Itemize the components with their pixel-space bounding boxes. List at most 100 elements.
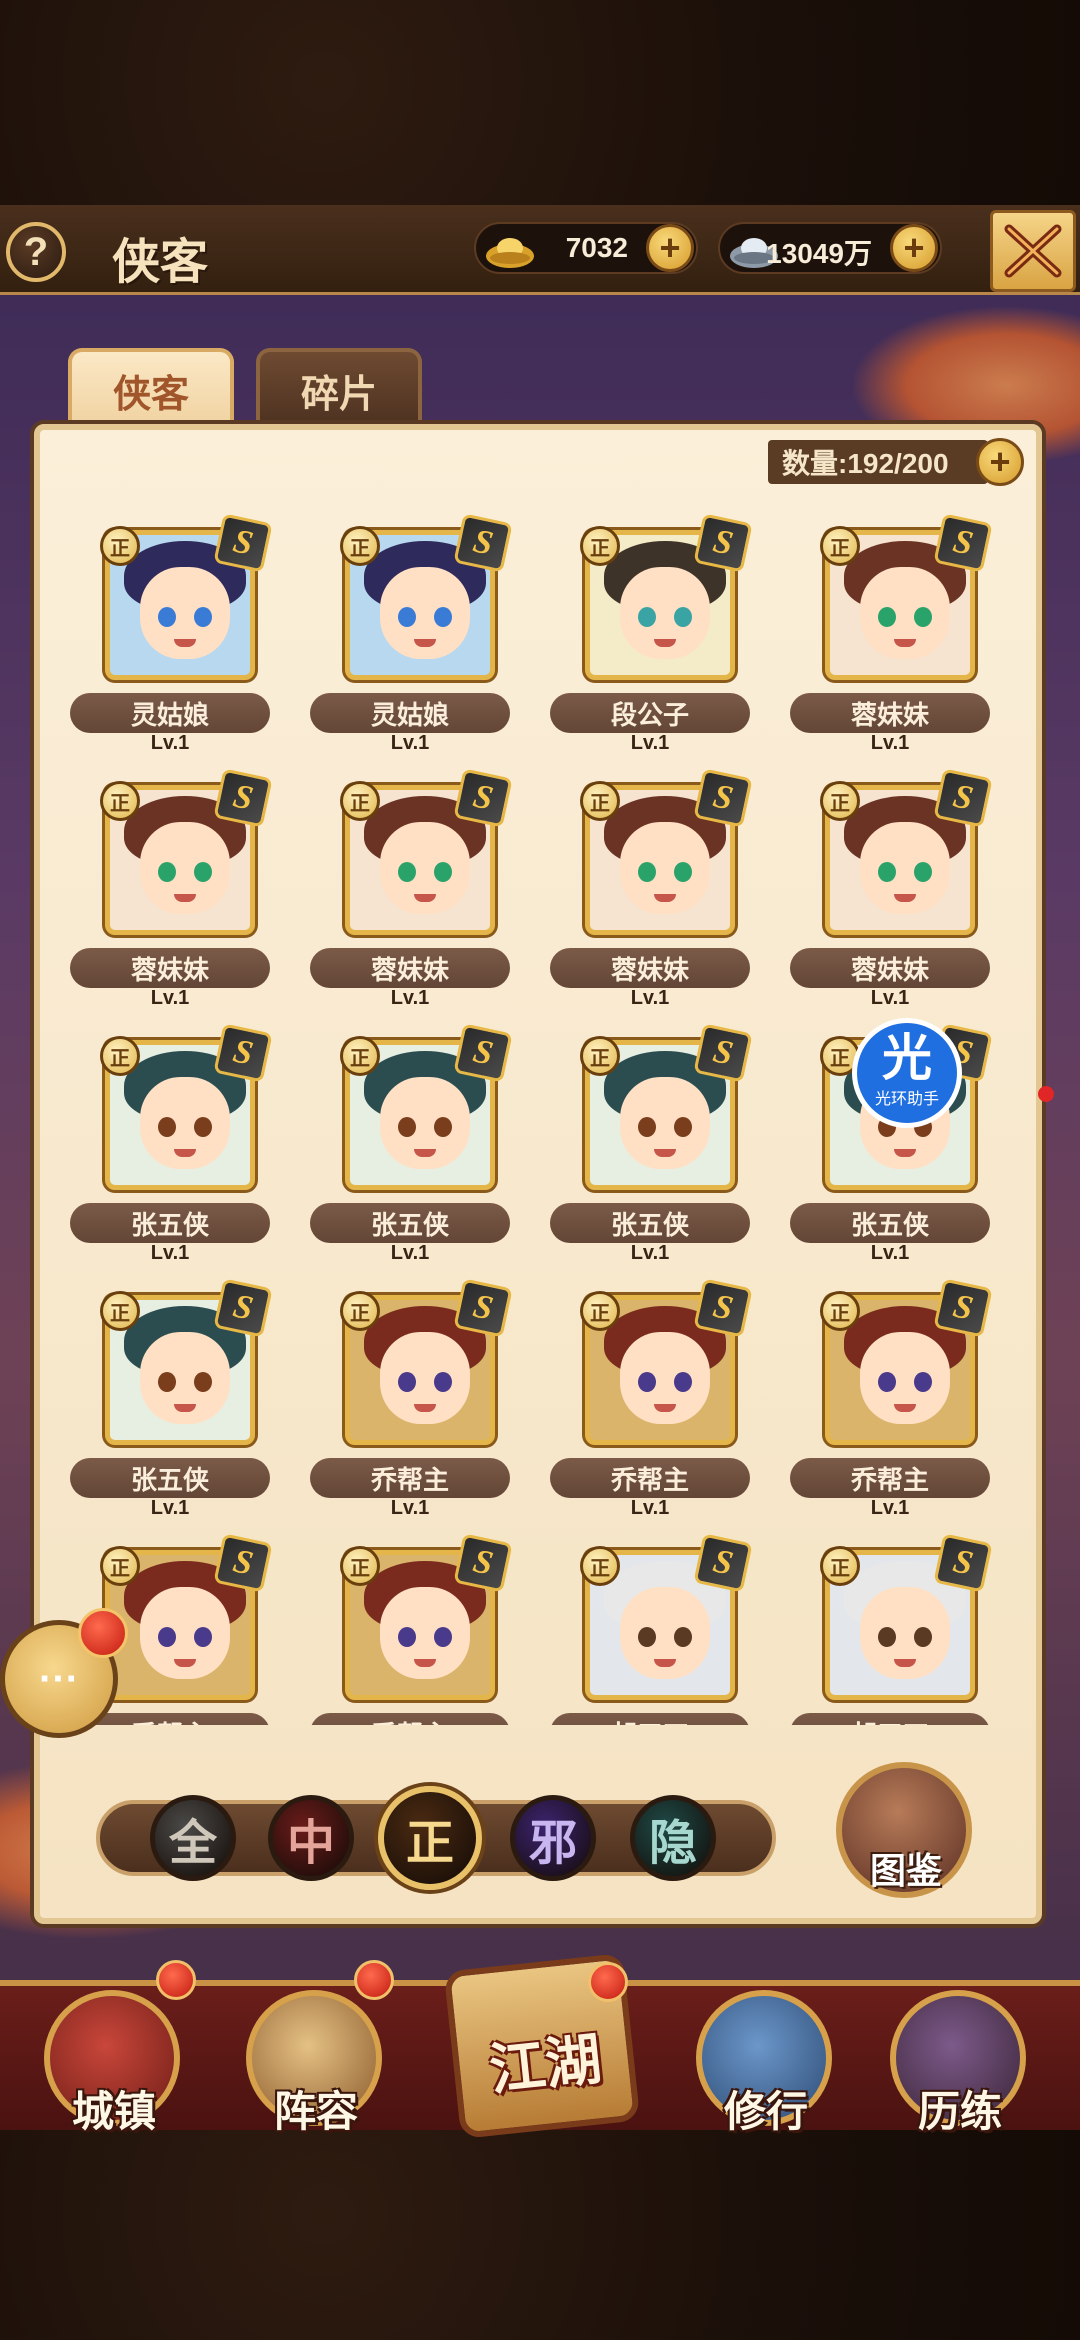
hero-card[interactable]: 正 S 蓉妹妹 Lv.1 <box>770 500 1010 754</box>
hero-name: 乔帮主 <box>550 1458 750 1498</box>
hero-eye <box>914 1627 932 1647</box>
tab-heroes[interactable]: 侠客 <box>68 348 234 428</box>
hero-eye <box>638 1627 656 1647</box>
grade-badge: S <box>933 768 993 828</box>
hero-name: 蓉妹妹 <box>550 948 750 988</box>
hero-card[interactable]: 正S胡三刀Lv.1 <box>770 1520 1010 1725</box>
nav-town[interactable]: 城镇 <box>44 1990 184 2136</box>
grade-badge: S <box>453 1533 513 1593</box>
hero-eye <box>914 1372 932 1392</box>
hero-card[interactable]: 正S乔帮主Lv.1 <box>290 1265 530 1519</box>
chat-bubble-icon: ··· <box>39 1656 79 1701</box>
faction-badge: 正 <box>580 526 620 566</box>
gold-add-button[interactable]: + <box>646 224 694 272</box>
hero-card[interactable]: 正S乔帮主Lv.1 <box>770 1265 1010 1519</box>
hero-eye <box>398 1117 416 1137</box>
hero-card[interactable]: 正S乔帮主Lv.1 <box>290 1520 530 1725</box>
faction-badge: 正 <box>580 1291 620 1331</box>
filter-neutral[interactable]: 中 <box>268 1795 354 1881</box>
tab-fragments[interactable]: 碎片 <box>256 348 422 428</box>
hero-eye <box>914 607 932 627</box>
hero-level: Lv.1 <box>630 732 670 754</box>
faction-badge: 正 <box>100 1036 140 1076</box>
nav-trials[interactable]: 历练 <box>890 1990 1030 2136</box>
hero-eye <box>398 1627 416 1647</box>
grade-badge: S <box>453 513 513 573</box>
faction-badge: 正 <box>340 1036 380 1076</box>
expand-capacity-button[interactable]: + <box>976 438 1024 486</box>
codex-label: 图鉴 <box>869 1850 942 1892</box>
hero-eye <box>398 607 416 627</box>
hero-eye <box>434 607 452 627</box>
hero-eye <box>914 862 932 882</box>
faction-badge: 正 <box>820 1546 860 1586</box>
hero-card[interactable]: 正 S 蓉妹妹 Lv.1 <box>290 755 530 1009</box>
hero-level: Lv.1 <box>870 732 910 754</box>
assistant-label: 光环助手 <box>874 1089 939 1108</box>
grade-badge: S <box>213 1278 273 1338</box>
hero-eye <box>158 862 176 882</box>
nav-lineup[interactable]: 阵容 <box>246 1990 386 2136</box>
grade-badge: S <box>213 513 273 573</box>
hero-level: Lv.1 <box>630 987 670 1009</box>
hero-eye <box>434 1627 452 1647</box>
hero-eye <box>158 1117 176 1137</box>
hero-count: 数量:192/200 <box>768 440 988 484</box>
nav-jianghu-dot <box>588 1962 628 2002</box>
gold-value: 7032 <box>565 232 628 263</box>
grade-badge: S <box>933 513 993 573</box>
hero-name: 乔帮主 <box>790 1458 990 1498</box>
nav-lineup-dot <box>354 1960 394 2000</box>
hero-level: Lv.1 <box>390 1497 430 1519</box>
edge-notification-dot <box>1038 1086 1054 1102</box>
hero-card[interactable]: 正S乔帮主Lv.1 <box>530 1265 770 1519</box>
hero-card[interactable]: 正 S 灵姑娘 Lv.1 <box>50 500 290 754</box>
hero-card[interactable]: 正 S 张五侠 Lv.1 <box>50 1010 290 1264</box>
bottom-dark-band <box>0 2130 1080 2340</box>
hero-card[interactable]: 正 S 张五侠 Lv.1 <box>290 1010 530 1264</box>
grade-badge: S <box>693 1278 753 1338</box>
help-button[interactable]: ? <box>6 222 66 282</box>
hero-name: 张五侠 <box>550 1203 750 1243</box>
hero-card[interactable]: 正 S 张五侠 Lv.1 <box>530 1010 770 1264</box>
hero-level: Lv.1 <box>150 1497 190 1519</box>
chat-notification-dot <box>78 1608 128 1658</box>
hero-card[interactable]: 正 S 张五侠 Lv.1 <box>50 1265 290 1519</box>
faction-badge: 正 <box>100 1291 140 1331</box>
hero-level: Lv.1 <box>390 1242 430 1264</box>
hero-name: 灵姑娘 <box>310 693 510 733</box>
faction-badge: 正 <box>340 781 380 821</box>
assistant-logo: 光 <box>882 1029 932 1087</box>
hero-eye <box>638 1117 656 1137</box>
hero-eye <box>194 1372 212 1392</box>
assistant-floating-badge[interactable]: 光 光环助手 <box>852 1018 962 1128</box>
nav-trials-label: 历练 <box>917 2087 1002 2136</box>
hero-level: Lv.1 <box>390 732 430 754</box>
top-dark-band <box>0 0 1080 205</box>
silver-resource: 13049万 + <box>718 222 942 274</box>
filter-all[interactable]: 全 <box>150 1795 236 1881</box>
silver-value: 13049万 <box>766 238 872 269</box>
grade-badge: S <box>453 768 513 828</box>
faction-badge: 正 <box>340 1291 380 1331</box>
hero-name: 灵姑娘 <box>70 693 270 733</box>
hero-card[interactable]: 正 S 段公子 Lv.1 <box>530 500 770 754</box>
filter-hidden[interactable]: 隐 <box>630 1795 716 1881</box>
nav-lineup-label: 阵容 <box>273 2087 358 2136</box>
nav-training[interactable]: 修行 <box>696 1990 836 2136</box>
faction-badge: 正 <box>580 1036 620 1076</box>
grade-badge: S <box>453 1278 513 1338</box>
filter-evil[interactable]: 邪 <box>510 1795 596 1881</box>
hero-eye <box>434 862 452 882</box>
silver-add-button[interactable]: + <box>890 224 938 272</box>
nav-training-label: 修行 <box>723 2087 808 2136</box>
hero-card[interactable]: 正 S 蓉妹妹 Lv.1 <box>50 755 290 1009</box>
hero-card[interactable]: 正S胡三刀Lv.1 <box>530 1520 770 1725</box>
hero-card[interactable]: 正 S 蓉妹妹 Lv.1 <box>530 755 770 1009</box>
hero-name: 蓉妹妹 <box>790 948 990 988</box>
hero-card[interactable]: 正 S 灵姑娘 Lv.1 <box>290 500 530 754</box>
hero-eye <box>638 1372 656 1392</box>
filter-righteous[interactable]: 正 <box>378 1786 482 1890</box>
hero-card[interactable]: 正 S 蓉妹妹 Lv.1 <box>770 755 1010 1009</box>
close-button[interactable] <box>990 210 1076 292</box>
